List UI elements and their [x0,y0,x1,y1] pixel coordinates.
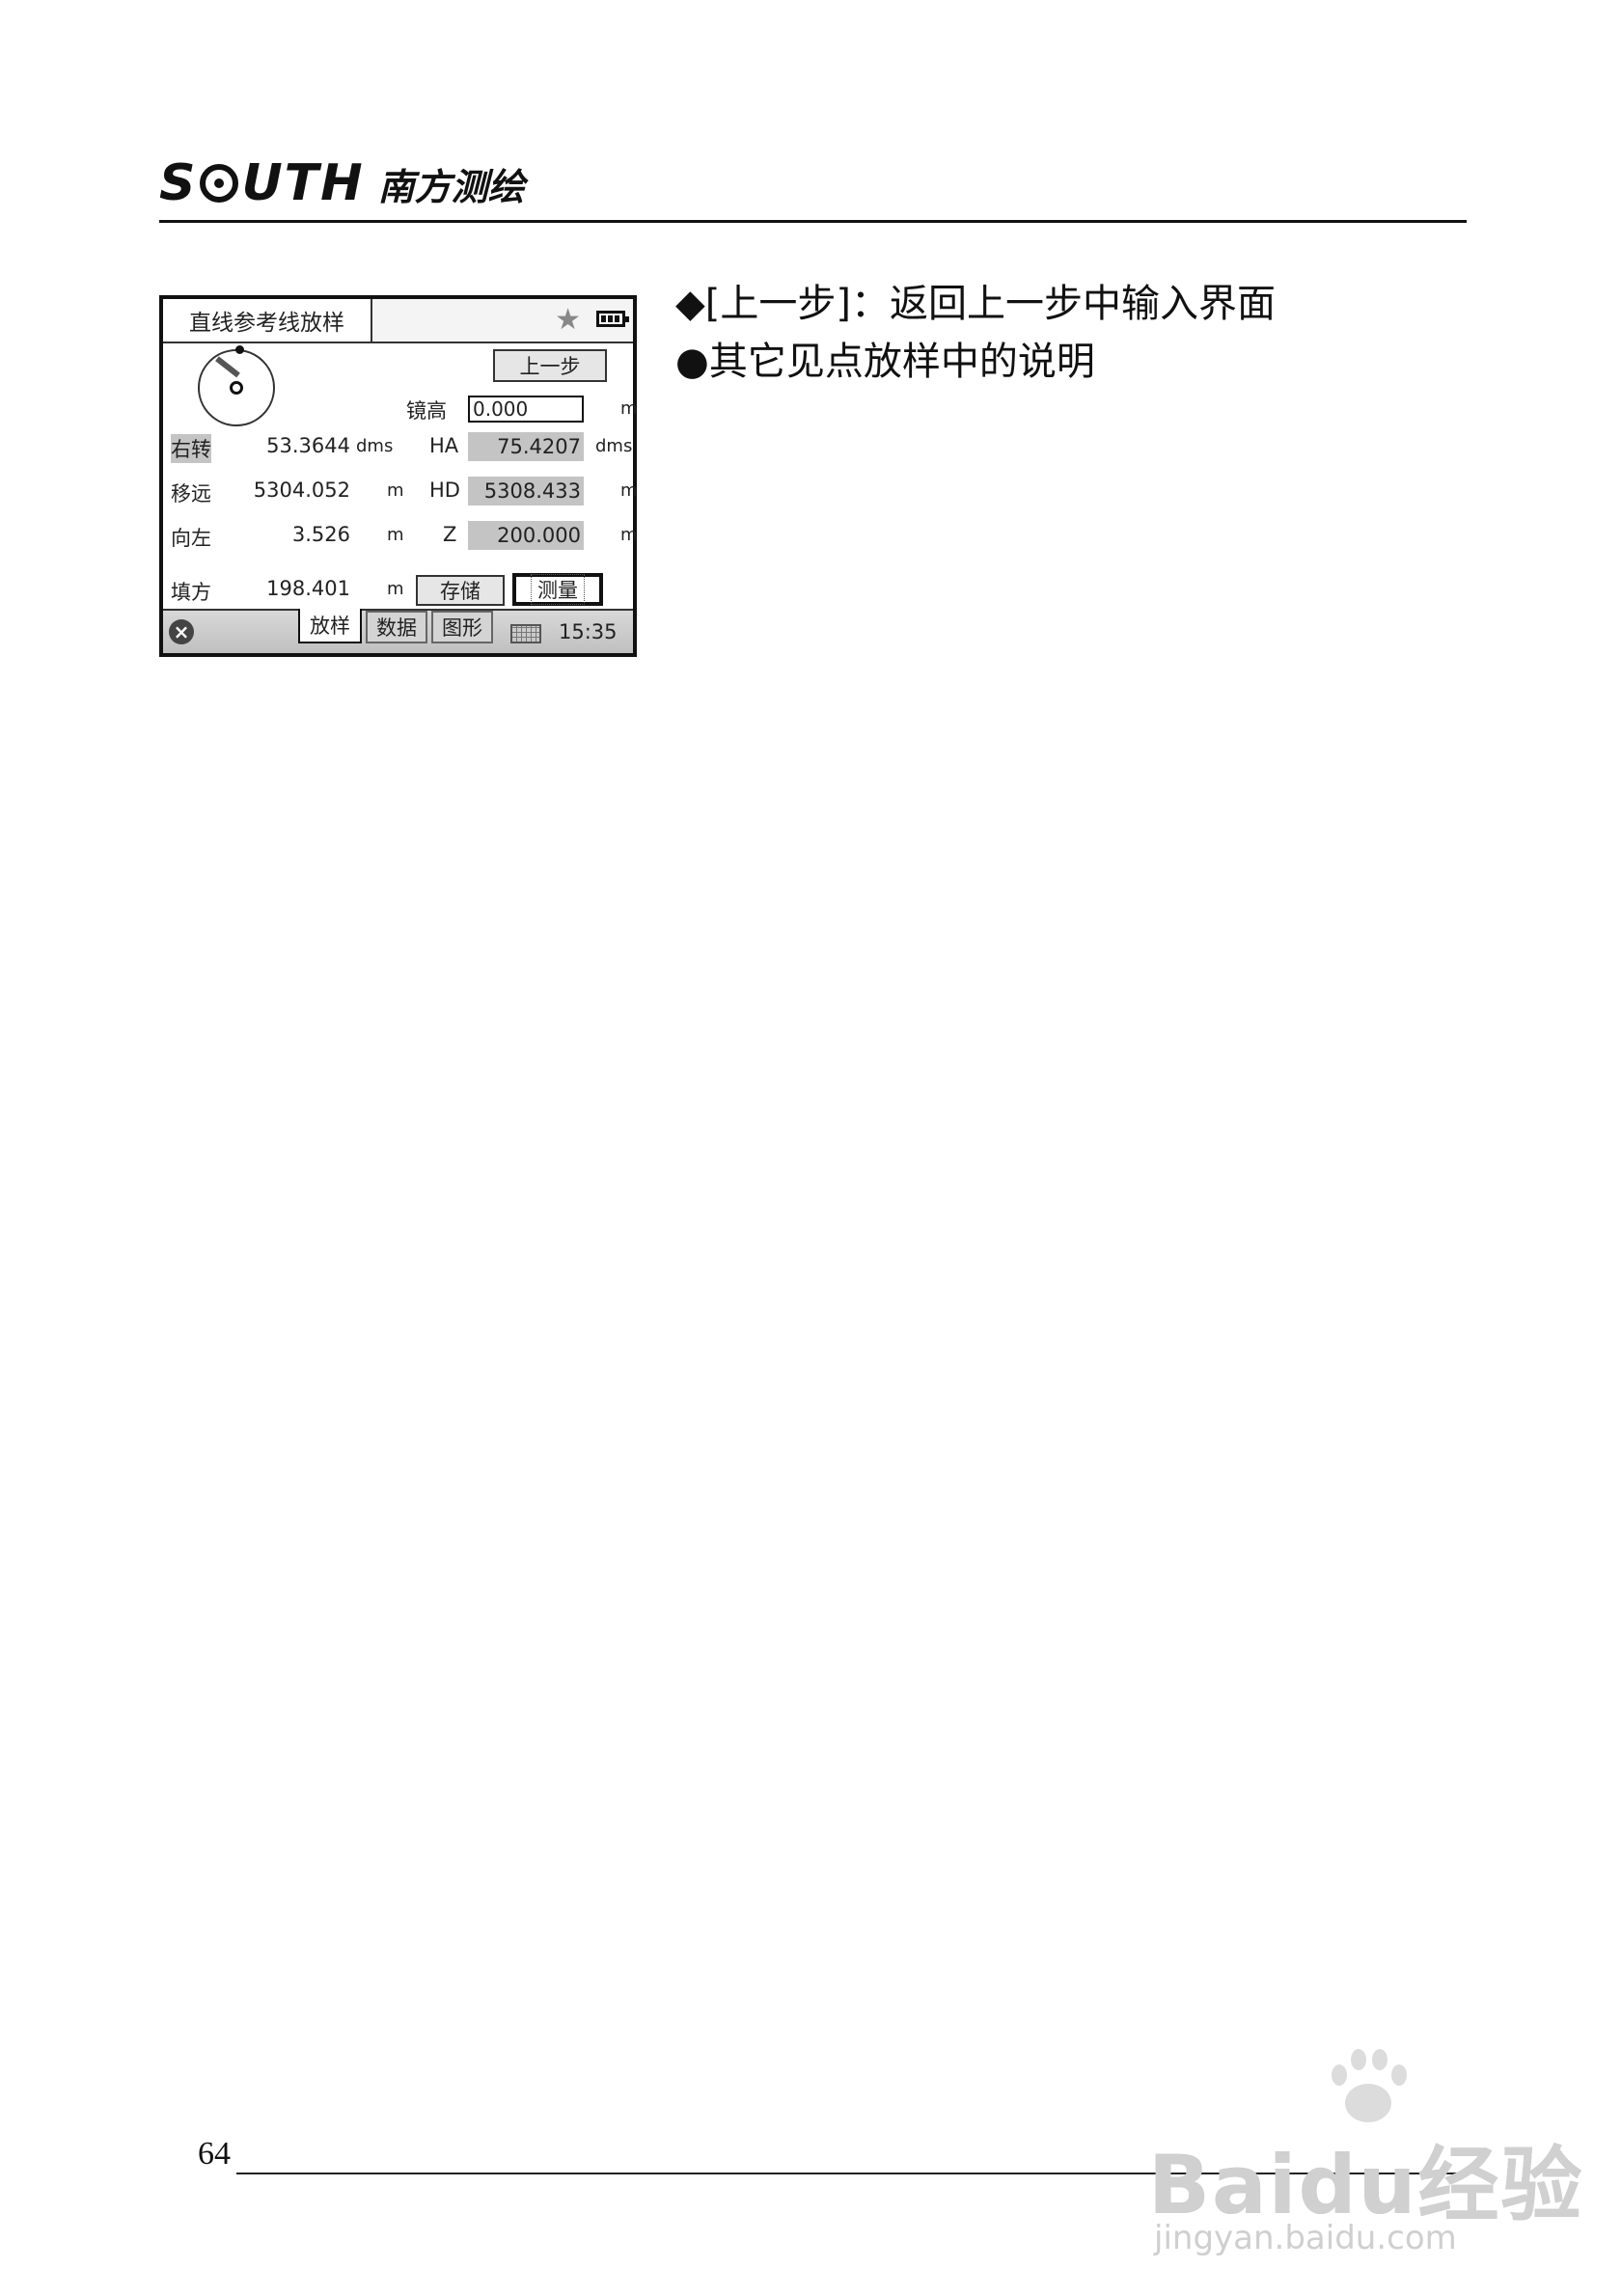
close-icon[interactable]: × [169,619,194,644]
notes: ◆[上一步]：返回上一步中输入界面 ●其它见点放样中的说明 [675,275,1276,391]
fill-label: 填方 [171,581,211,604]
z-label: Z [443,523,457,546]
header-rule [159,220,1467,223]
watermark-url: jingyan.baidu.com [1154,2219,1457,2257]
device-titlebar: 直线参考线放样 ★ [163,299,633,343]
hd-field: 5308.433 [468,477,584,506]
tab-graphics[interactable]: 图形 [431,611,493,643]
fill-unit: m [387,579,404,599]
device-title: 直线参考线放样 [163,299,372,342]
hd-unit: m [620,480,638,501]
measure-button-label: 测量 [531,574,585,605]
logo-chinese-name: 南方测绘 [377,165,525,208]
move-left-unit: m [387,525,404,545]
star-icon[interactable]: ★ [555,306,581,335]
ha-label: HA [429,434,459,457]
page-number: 64 [198,2136,231,2172]
save-button[interactable]: 存储 [416,575,505,606]
device-screen: 直线参考线放样 ★ 上一步 镜高 0.000 m 右转 53.3644 dms … [159,295,638,657]
move-left-label: 向左 [171,527,211,550]
move-far-label: 移远 [171,482,211,506]
logo-word-right: UTH [241,154,365,212]
paw-icon [1322,2045,1409,2132]
south-logo: S UTH 南方测绘 [159,154,525,212]
z-unit: m [620,525,638,545]
tab-data[interactable]: 数据 [366,611,427,643]
mirror-height-label: 镜高 [406,399,447,423]
move-far-value: 5304.052 [253,478,350,502]
turn-right-label: 右转 [171,434,211,463]
baidu-watermark: Baidu经验 jingyan.baidu.com [1148,2045,1581,2257]
compass-icon [198,349,275,426]
mirror-height-unit: m [620,398,638,419]
turn-right-unit: dms [356,436,394,456]
prev-step-button[interactable]: 上一步 [493,349,607,382]
device-bottom-bar: × 放样 数据 图形 15:35 [163,609,633,653]
logo-o-icon [200,164,239,203]
note-prev-step: ◆[上一步]：返回上一步中输入界面 [675,282,1276,326]
ha-field: 75.4207 [468,432,584,461]
move-far-unit: m [387,480,404,501]
keyboard-icon[interactable] [510,624,541,643]
turn-right-value: 53.3644 [266,434,350,457]
hd-label: HD [429,478,460,502]
measure-button[interactable]: 测量 [512,573,603,606]
move-left-value: 3.526 [291,523,350,546]
clock: 15:35 [559,620,618,643]
note-other: ●其它见点放样中的说明 [675,340,1095,384]
ha-unit: dms [595,436,633,456]
logo-word-left: S [159,154,198,212]
tab-stakeout[interactable]: 放样 [298,609,362,643]
z-field: 200.000 [468,521,584,550]
mirror-height-input[interactable]: 0.000 [468,396,584,423]
battery-icon [596,311,629,327]
logo-wordmark: S UTH [159,158,365,208]
compass-center [230,381,243,395]
compass-needle [215,356,240,378]
fill-value: 198.401 [266,577,350,600]
compass-north-marker [235,345,244,354]
